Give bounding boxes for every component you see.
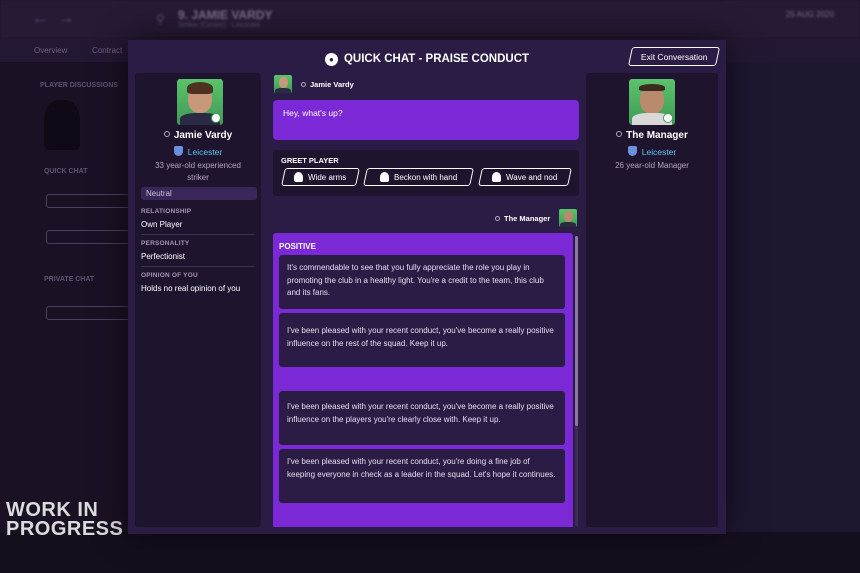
- manager-speaker-name: The Manager: [504, 214, 551, 223]
- manager-name: The Manager: [626, 130, 688, 141]
- background-date: 25 AUG 2020: [786, 10, 835, 19]
- divider: [141, 266, 255, 267]
- background-silhouette: [44, 100, 80, 150]
- background-section-label: PRIVATE CHAT: [44, 276, 95, 283]
- exit-conversation-label: Exit Conversation: [640, 51, 708, 62]
- greet-option-label: Beckon with hand: [393, 172, 458, 182]
- player-name-row[interactable]: Jamie Vardy: [135, 130, 261, 141]
- relationship-section: RELATIONSHIP Own Player: [141, 208, 255, 235]
- background-section-label: QUICK CHAT: [44, 168, 88, 175]
- person-icon: [495, 216, 500, 221]
- response-category: POSITIVE: [279, 242, 316, 251]
- manager-speaker-row: The Manager: [495, 214, 550, 223]
- background-tab-contract: Contract: [92, 46, 123, 55]
- player-description: 33 year-old experienced striker: [155, 161, 241, 182]
- player-status-icon: [211, 113, 221, 123]
- player-speaker-row: Jamie Vardy: [301, 80, 354, 89]
- background-pill: [46, 306, 130, 320]
- greet-option-label: Wide arms: [308, 172, 347, 182]
- exit-conversation-button[interactable]: Exit Conversation: [627, 47, 721, 66]
- back-arrow-icon: ←: [32, 10, 48, 27]
- personality-label: PERSONALITY: [141, 240, 190, 247]
- background-left-panel: PLAYER DISCUSSIONS QUICK CHAT PRIVATE CH…: [28, 70, 138, 530]
- work-in-progress-watermark: WORK IN PROGRESS: [6, 500, 124, 540]
- player-panel: Jamie Vardy Leicester 33 year-old experi…: [135, 73, 261, 527]
- opinion-label: OPINION OF YOU: [141, 272, 198, 279]
- response-option[interactable]: It's commendable to see that you fully a…: [279, 255, 565, 309]
- manager-small-avatar: [559, 209, 577, 227]
- manager-club: Leicester: [641, 147, 677, 157]
- response-list: POSITIVE It's commendable to see that yo…: [273, 233, 573, 527]
- background-tab-overview: Overview: [34, 46, 68, 55]
- manager-description: 26 year-old Manager: [615, 161, 689, 170]
- player-mood-badge: Neutral: [141, 187, 257, 200]
- conversation-area: Jamie Vardy Hey, what's up? GREET PLAYER…: [273, 73, 579, 527]
- gesture-icon: [294, 172, 304, 182]
- player-avatar: [177, 79, 223, 125]
- player-message-bubble: Hey, what's up?: [273, 100, 579, 140]
- background-section-label: PLAYER DISCUSSIONS: [40, 82, 118, 89]
- player-club: Leicester: [187, 147, 223, 157]
- background-top-bar: ← → ⚲ 9. JAMIE VARDY Striker (Centre) · …: [0, 0, 860, 38]
- relationship-value: Own Player: [141, 220, 183, 229]
- greet-player-box: GREET PLAYER Wide arms Beckon with hand …: [273, 150, 579, 196]
- response-option[interactable]: I've been pleased with your recent condu…: [279, 313, 565, 367]
- manager-status-icon: [663, 113, 673, 123]
- person-icon: [616, 131, 623, 137]
- opinion-section: OPINION OF YOU Holds no real opinion of …: [141, 272, 255, 293]
- response-scrollbar[interactable]: [575, 236, 578, 526]
- background-player-title: 9. JAMIE VARDY: [178, 8, 273, 22]
- greet-wave-button[interactable]: Wave and nod: [478, 168, 572, 186]
- player-name: Jamie Vardy: [173, 130, 233, 141]
- player-small-avatar: [274, 75, 292, 93]
- greet-wide-arms-button[interactable]: Wide arms: [281, 168, 360, 186]
- personality-value: Perfectionist: [141, 252, 186, 261]
- response-option[interactable]: I've been pleased with your recent condu…: [279, 391, 565, 445]
- response-option[interactable]: I've been pleased with your recent condu…: [279, 449, 565, 503]
- background-player-subtitle: Striker (Centre) · Leicester: [178, 22, 261, 29]
- person-icon: [163, 131, 170, 137]
- manager-avatar: [629, 79, 675, 125]
- greet-option-label: Wave and nod: [506, 172, 558, 182]
- divider: [141, 234, 255, 235]
- background-bottom: [0, 532, 860, 573]
- greet-player-label: GREET PLAYER: [281, 156, 339, 165]
- greet-beckon-button[interactable]: Beckon with hand: [363, 168, 474, 186]
- manager-name-row[interactable]: The Manager: [586, 130, 718, 141]
- player-club-row[interactable]: Leicester: [135, 146, 261, 157]
- background-right-panel: [724, 62, 860, 532]
- background-pill: [46, 230, 130, 244]
- watermark-line: PROGRESS: [6, 518, 124, 540]
- quick-chat-dialog: ● QUICK CHAT - PRAISE CONDUCT Exit Conve…: [128, 40, 726, 534]
- dialog-title: QUICK CHAT - PRAISE CONDUCT: [343, 53, 530, 65]
- search-icon: ⚲: [156, 12, 165, 26]
- gesture-icon: [492, 172, 502, 182]
- gesture-icon: [379, 172, 389, 182]
- person-icon: [301, 82, 306, 87]
- manager-club-row[interactable]: Leicester: [586, 146, 718, 157]
- background-pill: [46, 194, 130, 208]
- leicester-crest-icon: [627, 146, 637, 156]
- leicester-crest-icon: [173, 146, 183, 156]
- personality-section: PERSONALITY Perfectionist: [141, 240, 255, 267]
- forward-arrow-icon: →: [58, 10, 74, 27]
- player-speaker-name: Jamie Vardy: [310, 80, 354, 89]
- opinion-value: Holds no real opinion of you: [141, 284, 241, 293]
- scrollbar-thumb[interactable]: [575, 236, 578, 426]
- relationship-label: RELATIONSHIP: [141, 208, 192, 215]
- manager-panel: The Manager Leicester 26 year-old Manage…: [586, 73, 718, 527]
- person-icon: ●: [324, 52, 338, 66]
